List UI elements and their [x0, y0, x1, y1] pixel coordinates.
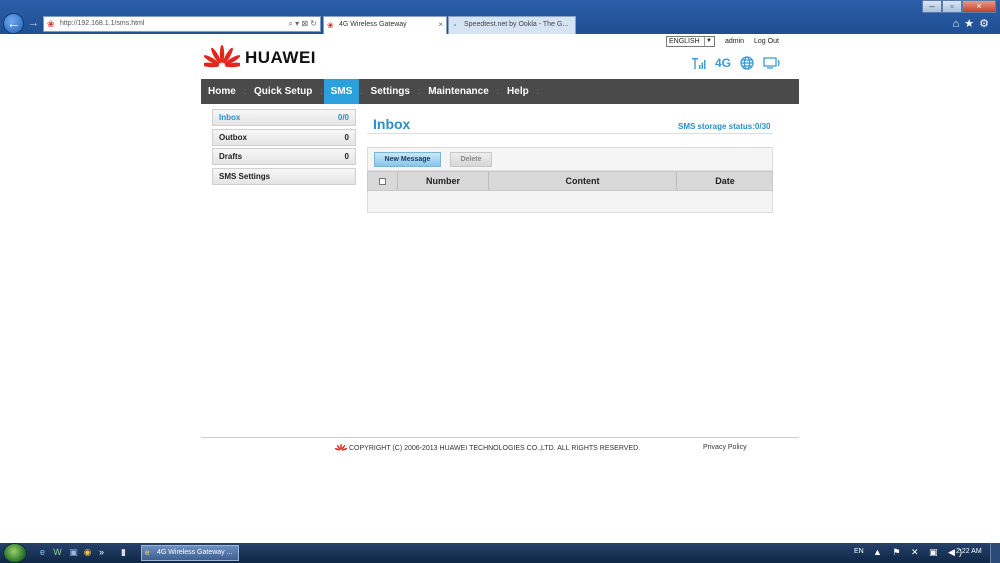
signal-strength-icon: [692, 58, 706, 69]
ie-window-icon: e: [145, 548, 150, 557]
globe-icon: [740, 56, 754, 70]
delete-button[interactable]: Delete: [450, 152, 492, 167]
tab-speedtest[interactable]: ◔ Speedtest.net by Ookla - The G...: [448, 16, 576, 34]
home-favorites-settings-icons[interactable]: ⌂★⚙: [953, 17, 994, 30]
menu-sms[interactable]: SMS: [323, 79, 360, 104]
sidebar-item-label: Drafts: [219, 152, 243, 161]
user-name: admin: [725, 38, 745, 45]
sidebar-item-inbox[interactable]: Inbox 0/0: [212, 109, 356, 126]
maximize-icon[interactable]: ▫: [942, 0, 962, 13]
language-select[interactable]: ENGLISH ▼: [666, 36, 715, 47]
show-desktop-button[interactable]: [990, 543, 1000, 563]
address-bar[interactable]: ❀ http://192.168.1.1/sms.html ⌕ ▾ ⊠ ↻: [43, 16, 321, 32]
close-window-icon[interactable]: ×: [962, 0, 996, 13]
sidebar-item-outbox[interactable]: Outbox 0: [212, 128, 356, 146]
menu-help[interactable]: Help: [500, 79, 536, 104]
column-number[interactable]: Number: [398, 172, 489, 190]
huawei-logo-icon: [204, 45, 240, 68]
speedtest-favicon-icon: ◔: [452, 21, 457, 30]
address-tools-icon[interactable]: ⌕ ▾ ⊠ ↻: [288, 17, 317, 31]
main-menu: Home : Quick Setup : SMS : Settings : Ma…: [201, 79, 799, 104]
menu-separator: :: [536, 87, 539, 96]
privacy-policy-link[interactable]: Privacy Policy: [703, 444, 747, 451]
tab-label: Speedtest.net by Ookla - The G...: [464, 21, 569, 28]
browser-toolbar: ← → ❀ http://192.168.1.1/sms.html ⌕ ▾ ⊠ …: [0, 0, 1000, 34]
chrome-icon[interactable]: ◉: [82, 547, 93, 558]
huawei-footer-logo-icon: [335, 443, 347, 451]
menu-quick-setup[interactable]: Quick Setup: [247, 79, 319, 104]
tab-label: 4G Wireless Gateway: [339, 21, 407, 28]
more-quick-launch-icon[interactable]: »: [96, 547, 107, 558]
task-label: 4G Wireless Gateway ...: [157, 549, 233, 556]
new-message-button[interactable]: New Message: [374, 152, 441, 167]
sms-storage-status: SMS storage status:0/30: [678, 122, 771, 131]
copyright-text: COPYRIGHT (C) 2006-2013 HUAWEI TECHNOLOG…: [349, 445, 641, 452]
chevron-down-icon: ▼: [704, 37, 713, 46]
menu-settings[interactable]: Settings: [364, 79, 417, 104]
network-type-4g: 4G: [715, 56, 732, 70]
sidebar-item-count: 0/0: [337, 113, 349, 122]
menu-home[interactable]: Home: [201, 79, 243, 104]
back-icon[interactable]: ←: [3, 13, 24, 34]
sidebar-item-sms-settings[interactable]: SMS Settings: [212, 167, 356, 185]
title-divider: [367, 133, 773, 134]
favicon-icon: ❀: [47, 19, 55, 29]
desktop-icon[interactable]: ▣: [68, 547, 79, 558]
status-icons: 4G: [692, 55, 790, 71]
logout-link[interactable]: Log Out: [754, 38, 779, 45]
huawei-favicon-icon: ❀: [327, 21, 334, 30]
taskbar: e W ▣ ◉ » ▮ e 4G Wireless Gateway ... EN…: [0, 543, 1000, 563]
monitor-wifi-icon: [763, 57, 780, 69]
column-date[interactable]: Date: [677, 172, 773, 190]
language-indicator[interactable]: EN: [854, 548, 864, 555]
select-all-checkbox[interactable]: [379, 178, 386, 186]
tab-4g-wireless-gateway[interactable]: ❀ 4G Wireless Gateway ×: [323, 16, 447, 34]
taskbar-window-4g-wireless-gateway[interactable]: e 4G Wireless Gateway ...: [141, 545, 239, 561]
ie-icon[interactable]: e: [37, 547, 48, 558]
menu-maintenance[interactable]: Maintenance: [421, 79, 496, 104]
tab-close-icon[interactable]: ×: [438, 17, 443, 33]
column-content[interactable]: Content: [489, 172, 677, 190]
start-button-icon[interactable]: [3, 543, 27, 563]
system-tray-icons[interactable]: ▲ ⚑ ✕ ▣ ◀): [873, 547, 966, 558]
clock[interactable]: 2:22 AM: [956, 548, 982, 555]
sidebar-item-label: Outbox: [219, 132, 247, 142]
footer-divider: [201, 437, 799, 438]
message-table-header: Number Content Date: [367, 171, 773, 191]
message-table-body: [367, 191, 773, 213]
sms-sidebar: Inbox 0/0 Outbox 0 Drafts 0 SMS Settings: [212, 109, 356, 187]
sidebar-item-label: Inbox: [219, 113, 241, 122]
address-url: http://192.168.1.1/sms.html: [60, 20, 145, 27]
wordpad-icon[interactable]: W: [52, 547, 63, 558]
inbox-toolbar: New Message Delete: [367, 147, 773, 171]
sidebar-item-drafts[interactable]: Drafts 0: [212, 148, 356, 165]
language-value: ENGLISH: [669, 38, 700, 45]
sidebar-item-count: 0: [344, 152, 349, 161]
sidebar-item-label: SMS Settings: [219, 171, 271, 181]
document-icon[interactable]: ▮: [118, 547, 129, 558]
window-controls: – ▫ ×: [922, 0, 996, 13]
select-all-cell: [368, 172, 398, 190]
minimize-icon[interactable]: –: [922, 0, 942, 13]
forward-icon[interactable]: →: [28, 17, 40, 29]
page-title: Inbox: [373, 116, 411, 132]
brand-name: HUAWEI: [245, 48, 316, 67]
sidebar-item-count: 0: [344, 132, 349, 142]
